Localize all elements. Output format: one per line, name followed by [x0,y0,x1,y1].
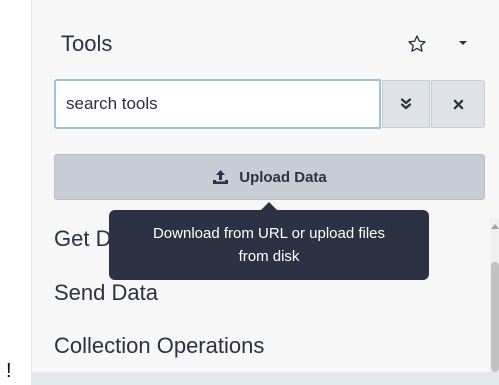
close-icon [453,99,463,109]
star-outline-icon [408,35,426,52]
panel-menu-button[interactable] [454,34,472,52]
upload-tooltip: Download from URL or upload files from d… [109,202,429,280]
tooltip-line-2: from disk [238,248,300,265]
double-chevron-down-icon [400,98,412,110]
section-send-data[interactable]: Send Data [54,280,158,306]
upload-icon [213,170,229,184]
advanced-search-button[interactable] [382,80,430,128]
clear-search-button[interactable] [431,80,485,128]
scroll-up-arrow-icon[interactable] [491,224,499,229]
scrollbar-thumb[interactable] [491,262,499,372]
tool-panel: Tools search tools Upload Data Get Data … [31,0,499,385]
upload-data-button[interactable]: Upload Data [54,154,485,200]
page: ! Tools search tools Upload Data Get Dat… [0,0,499,385]
tool-search [54,79,485,129]
favorites-button[interactable] [404,31,430,57]
upload-data-label: Upload Data [239,168,327,186]
search-input[interactable] [54,79,381,129]
stray-mark: ! [6,360,12,382]
panel-scrollbar[interactable] [490,218,499,385]
tooltip-arrow [261,202,277,210]
caret-down-icon [459,41,467,45]
tooltip-line-1: Download from URL or upload files [152,225,386,242]
panel-header: Tools [32,22,499,66]
panel-title: Tools [61,31,113,56]
next-section-bar [32,372,499,385]
section-collection-operations[interactable]: Collection Operations [54,333,264,359]
